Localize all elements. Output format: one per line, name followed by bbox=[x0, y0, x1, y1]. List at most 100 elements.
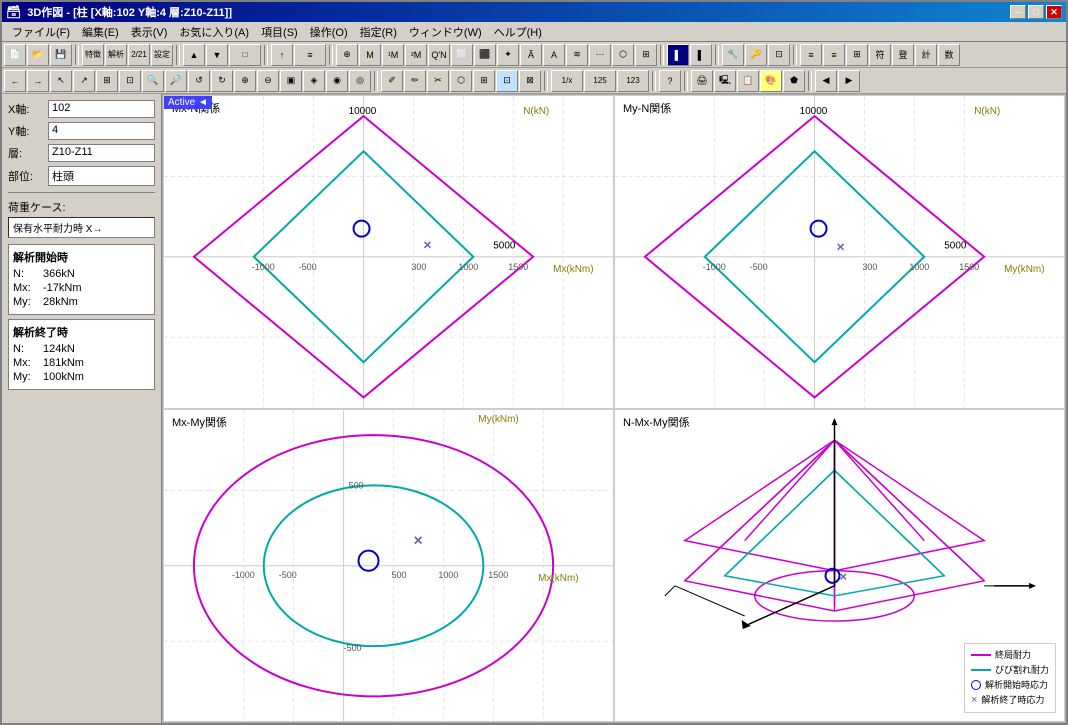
ae-mx-value: 181kNm bbox=[43, 357, 84, 369]
tb2-btn-20[interactable]: ⬡ bbox=[450, 70, 472, 92]
analysis-end-section: 解析終了時 N: 124kN Mx: 181kNm My: 100kNm bbox=[8, 319, 155, 390]
tb2-btn-4[interactable]: ↗ bbox=[73, 70, 95, 92]
tb2-btn-30[interactable]: 📋 bbox=[737, 70, 759, 92]
as-n-value: 366kN bbox=[43, 268, 75, 280]
tb-btn-p[interactable]: ⬛ bbox=[474, 44, 496, 66]
tb-btn-z1[interactable]: ≡ bbox=[800, 44, 822, 66]
tb-btn-d[interactable]: 設定 bbox=[151, 44, 173, 66]
x-axis-label: X軸: bbox=[8, 101, 48, 117]
tb-btn-h[interactable]: ↑ bbox=[271, 44, 293, 66]
tb-btn-g[interactable]: □ bbox=[229, 44, 261, 66]
tb-btn-e[interactable]: ▲ bbox=[183, 44, 205, 66]
minimize-button[interactable]: ─ bbox=[1010, 5, 1026, 19]
menu-designate[interactable]: 指定(R) bbox=[354, 22, 403, 42]
tb2-btn-7[interactable]: 🔍 bbox=[142, 70, 164, 92]
title-bar: 🗃 3D作図 - [柱 [X軸:102 Y軸:4 層:Z10-Z11]] ─ □… bbox=[2, 2, 1066, 22]
tb-btn-x2[interactable]: ▌ bbox=[690, 44, 712, 66]
tb2-btn-29[interactable]: 🖳 bbox=[714, 70, 736, 92]
tb-btn-x1[interactable]: ▌ bbox=[667, 44, 689, 66]
menu-window[interactable]: ウィンドウ(W) bbox=[403, 22, 488, 42]
svg-text:1000: 1000 bbox=[458, 262, 478, 272]
tb2-btn-34[interactable]: ▶ bbox=[838, 70, 860, 92]
tb-btn-n[interactable]: Q'N bbox=[428, 44, 450, 66]
tb2-btn-1[interactable]: ← bbox=[4, 70, 26, 92]
maximize-button[interactable]: □ bbox=[1028, 5, 1044, 19]
legend: 終局耐力 びび割れ耐力 解析開始時応力 × 解析終了時応力 bbox=[964, 643, 1056, 713]
tb2-btn-28[interactable]: 🖨 bbox=[691, 70, 713, 92]
tb-btn-z2[interactable]: ≡ bbox=[823, 44, 845, 66]
tb2-btn-5[interactable]: ⊞ bbox=[96, 70, 118, 92]
tb-btn-a[interactable]: 特徴 bbox=[82, 44, 104, 66]
tb2-btn-24[interactable]: 1/x bbox=[551, 70, 583, 92]
tb2-btn-23[interactable]: ⊠ bbox=[519, 70, 541, 92]
tb2-btn-32[interactable]: ⬟ bbox=[783, 70, 805, 92]
tb-btn-z6[interactable]: 計 bbox=[915, 44, 937, 66]
tb2-btn-14[interactable]: ◈ bbox=[303, 70, 325, 92]
tb2-btn-11[interactable]: ⊕ bbox=[234, 70, 256, 92]
tb2-btn-31[interactable]: 🎨 bbox=[760, 70, 782, 92]
tb2-btn-16[interactable]: ◎ bbox=[349, 70, 371, 92]
tb-btn-y1[interactable]: 🔧 bbox=[722, 44, 744, 66]
tb-btn-m[interactable]: ²M bbox=[405, 44, 427, 66]
tb2-btn-18[interactable]: ✏ bbox=[404, 70, 426, 92]
tb-btn-z5[interactable]: 登 bbox=[892, 44, 914, 66]
tb2-btn-3[interactable]: ↖ bbox=[50, 70, 72, 92]
tb-btn-v[interactable]: ⬡ bbox=[612, 44, 634, 66]
tb2-btn-6[interactable]: ⊡ bbox=[119, 70, 141, 92]
tb2-btn-9[interactable]: ↺ bbox=[188, 70, 210, 92]
tb2-btn-19[interactable]: ✂ bbox=[427, 70, 449, 92]
tb-btn-w[interactable]: ⊞ bbox=[635, 44, 657, 66]
tb-sep-2 bbox=[176, 45, 180, 65]
window-title: 3D作図 - [柱 [X軸:102 Y軸:4 層:Z10-Z11]] bbox=[27, 4, 232, 20]
tb2-btn-2[interactable]: → bbox=[27, 70, 49, 92]
tb2-btn-8[interactable]: 🔎 bbox=[165, 70, 187, 92]
tb2-btn-33[interactable]: ◀ bbox=[815, 70, 837, 92]
menu-help[interactable]: ヘルプ(H) bbox=[488, 22, 548, 42]
menu-favorites[interactable]: お気に入り(A) bbox=[173, 22, 255, 42]
menu-edit[interactable]: 編集(E) bbox=[76, 22, 125, 42]
tb-save[interactable]: 💾 bbox=[50, 44, 72, 66]
menu-items[interactable]: 項目(S) bbox=[255, 22, 304, 42]
tb2-btn-12[interactable]: ⊖ bbox=[257, 70, 279, 92]
tb-new[interactable]: 📄 bbox=[4, 44, 26, 66]
tb-btn-r[interactable]: Ã bbox=[520, 44, 542, 66]
tb2-btn-26[interactable]: 123 bbox=[617, 70, 649, 92]
tb-btn-t[interactable]: ≋ bbox=[566, 44, 588, 66]
tb-btn-u[interactable]: ⋯ bbox=[589, 44, 611, 66]
tb-btn-k[interactable]: M bbox=[359, 44, 381, 66]
svg-text:Mx(kNm): Mx(kNm) bbox=[538, 572, 578, 583]
tb2-sep-4 bbox=[684, 71, 688, 91]
tb2-btn-13[interactable]: ▣ bbox=[280, 70, 302, 92]
tb2-btn-22[interactable]: ⊡ bbox=[496, 70, 518, 92]
close-button[interactable]: ✕ bbox=[1046, 5, 1062, 19]
mx-my-title: Mx-My関係 bbox=[172, 414, 227, 430]
menu-file[interactable]: ファイル(F) bbox=[6, 22, 76, 42]
tb2-btn-15[interactable]: ◉ bbox=[326, 70, 348, 92]
tb-btn-b[interactable]: 解析 bbox=[105, 44, 127, 66]
tb-btn-z4[interactable]: 符 bbox=[869, 44, 891, 66]
tb2-btn-10[interactable]: ↻ bbox=[211, 70, 233, 92]
tb2-btn-27[interactable]: ? bbox=[659, 70, 681, 92]
chart-mx-my: Mx-My関係 bbox=[163, 409, 614, 723]
tb-btn-q[interactable]: ✦ bbox=[497, 44, 519, 66]
tb-btn-z7[interactable]: 数 bbox=[938, 44, 960, 66]
title-bar-buttons: ─ □ ✕ bbox=[1010, 5, 1062, 19]
menu-operation[interactable]: 操作(O) bbox=[304, 22, 354, 42]
tb-btn-f[interactable]: ▼ bbox=[206, 44, 228, 66]
tb-btn-o[interactable]: ⬜ bbox=[451, 44, 473, 66]
tb-btn-s[interactable]: A bbox=[543, 44, 565, 66]
tb-btn-y2[interactable]: 🔑 bbox=[745, 44, 767, 66]
tb-btn-z3[interactable]: ⊞ bbox=[846, 44, 868, 66]
tb2-btn-25[interactable]: 125 bbox=[584, 70, 616, 92]
tb-btn-y3[interactable]: ⊡ bbox=[768, 44, 790, 66]
tb-open[interactable]: 📂 bbox=[27, 44, 49, 66]
tb-btn-j[interactable]: ⊕ bbox=[336, 44, 358, 66]
tb2-btn-17[interactable]: ✐ bbox=[381, 70, 403, 92]
tb-sep-1 bbox=[75, 45, 79, 65]
tb-btn-c[interactable]: 2/21 bbox=[128, 44, 150, 66]
svg-text:-1000: -1000 bbox=[252, 262, 275, 272]
tb2-btn-21[interactable]: ⊞ bbox=[473, 70, 495, 92]
menu-view[interactable]: 表示(V) bbox=[125, 22, 174, 42]
tb-btn-l[interactable]: ¹M bbox=[382, 44, 404, 66]
tb-btn-i[interactable]: ≡ bbox=[294, 44, 326, 66]
